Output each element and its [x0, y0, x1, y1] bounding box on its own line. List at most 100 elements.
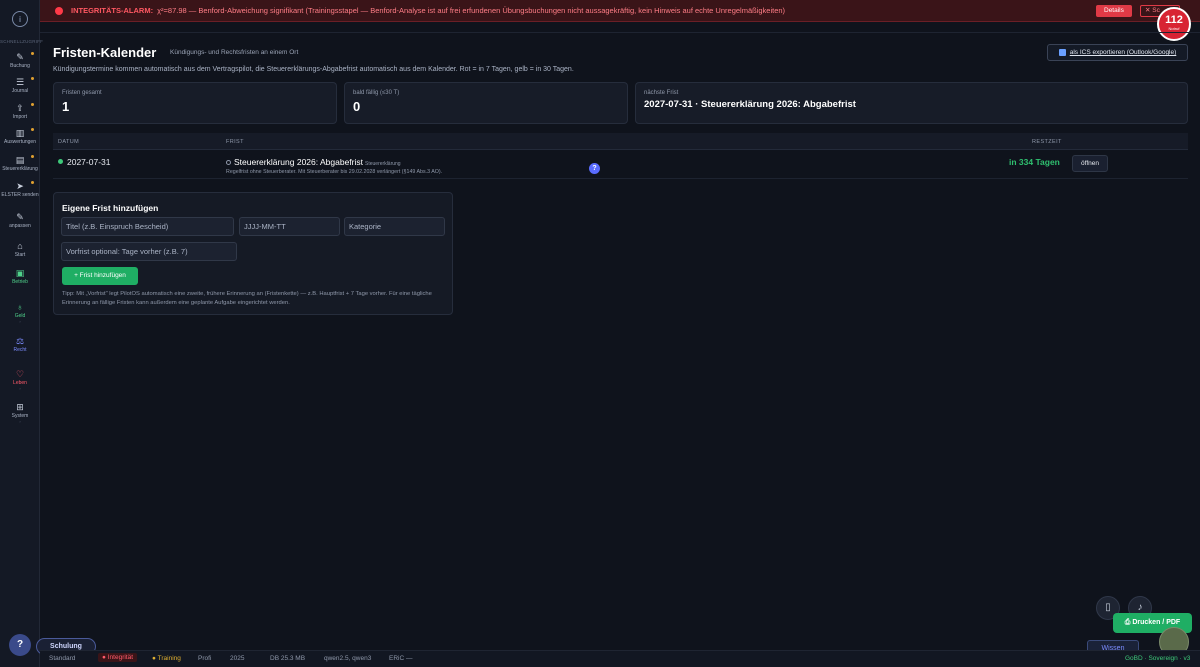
notification-dot [31, 181, 34, 184]
sidebar-item-auswertungen[interactable]: ▥ Auswertungen [0, 128, 40, 145]
column-header-frist: FRIST [226, 139, 244, 145]
sidebar-item-label: Buchung [10, 63, 30, 69]
notification-dot [31, 103, 34, 106]
page-subtitle: Kündigungs- und Rechtsfristen an einem O… [170, 49, 299, 56]
sidebar-header: SCHNELLZUGRIFF [0, 39, 44, 44]
stat-card-total: Fristen gesamt 1 [53, 82, 337, 124]
row-restzeit: in 334 Tagen [1009, 157, 1060, 167]
date-input[interactable]: JJJJ-MM-TT [239, 217, 340, 236]
page-description: Kündigungstermine kommen automatisch aus… [53, 66, 574, 73]
export-ics-label: als ICS exportieren (Outlook/Google) [1069, 49, 1177, 56]
status-year[interactable]: 2025 [230, 655, 244, 662]
status-training[interactable]: ● Training [152, 655, 181, 662]
status-db: DB 25.3 MB [270, 655, 306, 662]
emergency-number: 112 [1165, 14, 1183, 26]
sub-indicator: › [19, 419, 21, 424]
row-date: 2027-07-31 [67, 157, 111, 167]
print-label: Drucken / PDF [1132, 619, 1181, 626]
status-training-label: Training [157, 655, 181, 662]
form-title: Eigene Frist hinzufügen [62, 203, 159, 213]
status-integritaet[interactable]: ● Integrität [98, 653, 138, 662]
status-standard[interactable]: Standard [49, 655, 75, 662]
title-input[interactable]: Titel (z.B. Einspruch Bescheid) [61, 217, 234, 236]
scale-icon: ⚖ [15, 336, 25, 346]
vorfrist-input[interactable]: Vorfrist optional: Tage vorher (z.B. 7) [61, 242, 237, 261]
column-header-datum: DATUM [58, 139, 80, 145]
stat-value: 1 [62, 99, 70, 114]
sidebar-item-leben[interactable]: ♡ Leben › [0, 369, 40, 391]
briefcase-icon: ▣ [15, 268, 25, 278]
open-button[interactable]: öffnen [1072, 155, 1108, 172]
sidebar-item-label: Recht [13, 347, 27, 353]
status-bar: Standard ● Integrität ● Training Profi 2… [40, 650, 1200, 667]
add-deadline-form: Eigene Frist hinzufügen Titel (z.B. Eins… [53, 192, 453, 315]
notification-dot [31, 52, 34, 55]
sidebar-item-elster[interactable]: ➤ ELSTER senden [0, 181, 40, 198]
home-icon: ⌂ [17, 241, 23, 251]
status-gobd: GoBD · Sovereign · v3 [1125, 655, 1191, 662]
row-frist-title: Steuererklärung 2026: Abgabefrist [234, 157, 364, 167]
stat-value: 2027-07-31 · Steuererklärung 2026: Abgab… [644, 99, 856, 110]
status-integritaet-label: Integrität [107, 654, 134, 661]
export-ics-button[interactable]: als ICS exportieren (Outlook/Google) [1047, 44, 1188, 61]
calendar-icon [1058, 49, 1066, 56]
sidebar-item-recht[interactable]: ⚖ Recht [0, 336, 40, 353]
sidebar-item-anpassen[interactable]: ✎ anpassen [0, 212, 40, 229]
stat-label: bald fällig (≤30 T) [353, 90, 400, 96]
alarm-icon [55, 6, 63, 15]
sidebar-item-system[interactable]: ⊞ System › [0, 402, 40, 424]
help-button[interactable]: ? [9, 634, 31, 656]
sidebar-item-label: Betrieb [12, 279, 28, 285]
status-eric: ERiC — [389, 655, 413, 662]
emergency-label: Notruf [1168, 26, 1180, 31]
alarm-message: χ²=87.98 — Benford-Abweichung signifikan… [157, 6, 786, 15]
sidebar: i SCHNELLZUGRIFF ✎ Buchung ☰ Journal ⇪ Impo… [0, 0, 44, 667]
status-models: qwen2.5, qwen3 [324, 655, 372, 662]
pencil-icon: ✎ [16, 52, 24, 62]
divider [40, 32, 1200, 33]
table-row: 2027-07-31 Steuererklärung 2026: Abgabef… [53, 151, 1188, 179]
sidebar-item-label: Journal [11, 88, 29, 94]
app-logo-icon[interactable]: i [12, 11, 28, 27]
stat-card-next-deadline: nächste Frist 2027-07-31 · Steuererkläru… [635, 82, 1188, 124]
list-icon: ☰ [15, 77, 25, 87]
send-icon: ➤ [16, 181, 24, 191]
form-tip: Tipp: Mit „Vorfrist" legt PilotOS automa… [62, 291, 432, 306]
notification-dot [31, 77, 34, 80]
sidebar-item-label: anpassen [9, 223, 31, 229]
sidebar-item-label: Steuererklärung [2, 166, 38, 172]
sidebar-item-steuererklaerung[interactable]: ▤ Steuererklärung [0, 155, 40, 172]
category-input[interactable]: Kategorie [344, 217, 445, 236]
integrity-alarm-banner: INTEGRITÄTS-ALARM: χ²=87.98 — Benford-Ab… [40, 0, 1200, 22]
sidebar-item-betrieb[interactable]: ▣ Betrieb [0, 268, 40, 285]
help-icon[interactable]: ? [589, 163, 600, 174]
edit-icon: ✎ [16, 212, 24, 222]
piggy-bank-icon: ♁ [16, 302, 24, 312]
circle-icon [226, 160, 231, 166]
upload-icon: ⇪ [16, 103, 24, 113]
column-header-restzeit: RESTZEIT [1032, 139, 1062, 145]
stat-label: nächste Frist [644, 90, 679, 96]
sidebar-item-label: Import [12, 114, 28, 120]
sidebar-item-start[interactable]: ⌂ Start [0, 241, 40, 258]
sub-indicator: › [19, 319, 21, 324]
stat-value: 0 [353, 99, 361, 114]
sidebar-item-buchung[interactable]: ✎ Buchung [0, 52, 40, 69]
page-title: Fristen-Kalender [53, 45, 157, 60]
alarm-label: INTEGRITÄTS-ALARM: [71, 6, 154, 15]
row-category: Steuererklärung [365, 161, 401, 167]
emergency-badge[interactable]: 112 Notruf [1157, 7, 1191, 41]
document-icon: ▤ [15, 155, 25, 165]
sidebar-item-geld[interactable]: ♁ Geld › [0, 302, 40, 324]
details-button[interactable]: Details [1096, 5, 1132, 17]
add-deadline-button[interactable]: + Frist hinzufügen [62, 267, 138, 285]
status-profi[interactable]: Profi [198, 655, 211, 662]
grid-icon: ⊞ [16, 402, 24, 412]
chart-icon: ▥ [15, 128, 25, 138]
stat-card-due-soon: bald fällig (≤30 T) 0 [344, 82, 628, 124]
sidebar-item-journal[interactable]: ☰ Journal [0, 77, 40, 94]
row-frist: Steuererklärung 2026: Abgabefrist Steuere… [226, 157, 401, 167]
sub-indicator: › [19, 386, 21, 391]
sidebar-item-label: Auswertungen [4, 139, 36, 145]
sidebar-item-import[interactable]: ⇪ Import [0, 103, 40, 120]
